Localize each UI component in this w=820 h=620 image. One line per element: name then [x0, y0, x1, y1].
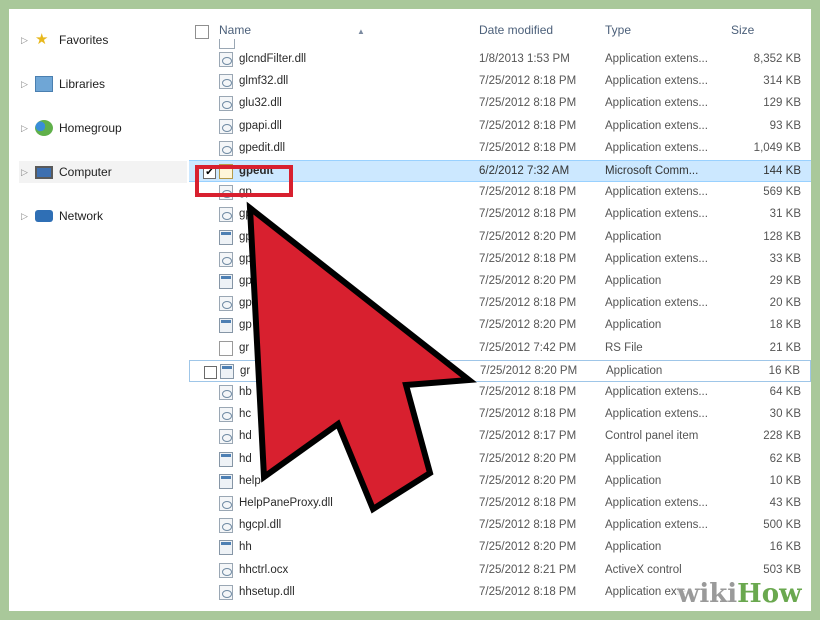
wikihow-watermark: wikiHow — [677, 579, 805, 609]
arrow-pointer-icon — [246, 201, 477, 514]
explorer-window: ▷ ★ Favorites ▷ Libraries ▷ Homegroup ▷ … — [9, 9, 811, 611]
